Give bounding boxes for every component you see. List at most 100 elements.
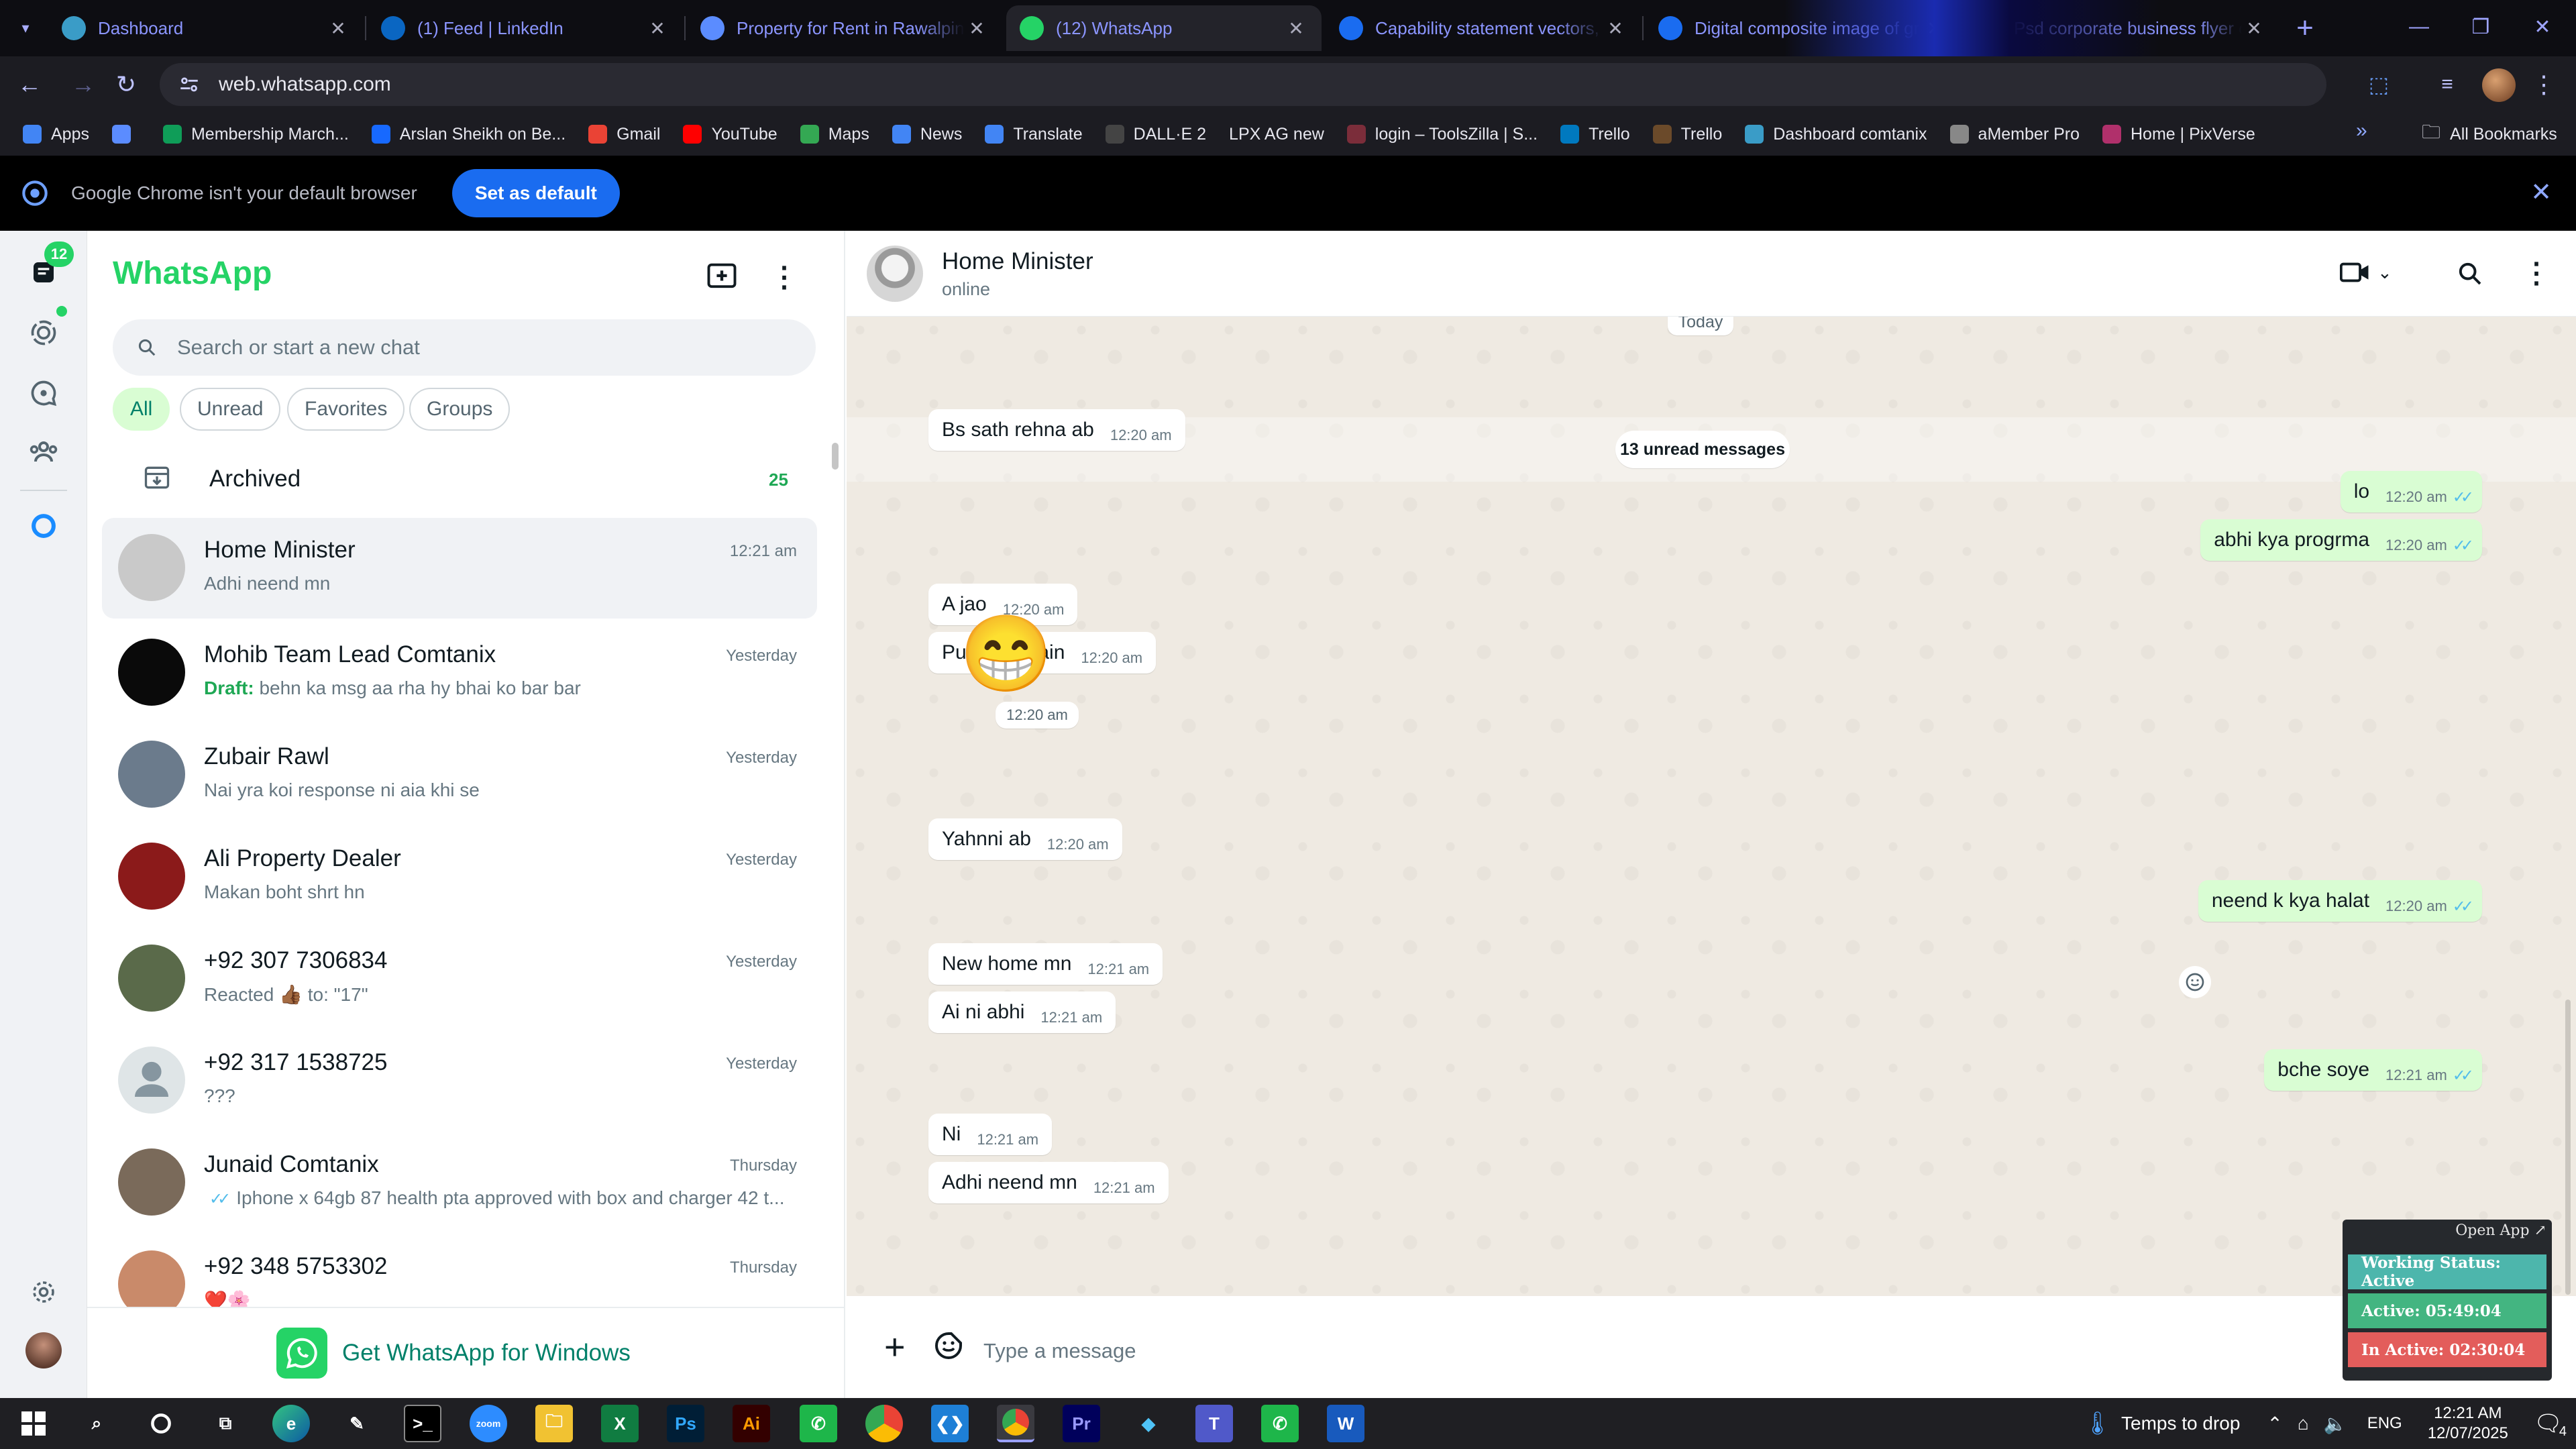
filter-chip-favorites[interactable]: Favorites xyxy=(287,388,405,431)
communities-icon[interactable] xyxy=(22,431,65,474)
photoshop-icon[interactable]: Ps xyxy=(667,1405,704,1442)
bookmark-item[interactable]: Trello xyxy=(1560,125,1630,144)
site-info-icon[interactable] xyxy=(176,71,203,98)
video-call-icon[interactable]: ⌄ xyxy=(2340,259,2392,286)
browser-tab[interactable]: (12) WhatsApp ✕ xyxy=(1006,5,1322,51)
tray-network-icon[interactable]: ⌂ xyxy=(2298,1413,2309,1434)
meta-ai-icon[interactable] xyxy=(22,504,65,547)
incoming-message[interactable]: Bs sath rehna ab 12:20 am xyxy=(928,409,1185,451)
filter-chip-all[interactable]: All xyxy=(113,388,170,431)
close-tab-icon[interactable]: ✕ xyxy=(1603,16,1627,40)
teams-icon[interactable]: T xyxy=(1195,1405,1233,1442)
chrome-active-icon[interactable] xyxy=(997,1405,1034,1442)
tab-search-icon[interactable]: ▾ xyxy=(11,13,40,43)
chat-list-item[interactable]: Junaid Comtanix Thursday ✓✓ Iphone x 64gb 8… xyxy=(102,1132,817,1233)
outgoing-message[interactable]: neend k kya halat 12:20 am ✓✓ xyxy=(2198,880,2482,922)
status-icon[interactable] xyxy=(22,311,65,354)
browser-tab[interactable]: Capability statement vectors, p ✕ xyxy=(1326,5,1641,51)
close-tab-icon[interactable]: ✕ xyxy=(2242,16,2266,40)
cortana-icon[interactable] xyxy=(142,1405,180,1442)
windows-start-icon[interactable] xyxy=(15,1405,52,1442)
chat-list-menu-icon[interactable]: ⋮ xyxy=(770,260,798,293)
minimize-button[interactable]: — xyxy=(2388,0,2450,54)
profile-avatar[interactable] xyxy=(25,1332,62,1368)
incoming-message[interactable]: Ni 12:21 am xyxy=(928,1114,1053,1155)
extensions-icon[interactable]: ⬚ xyxy=(2360,66,2398,103)
chat-list-item[interactable]: Ali Property Dealer Yesterday Makan boht s… xyxy=(102,826,817,927)
close-tab-icon[interactable]: ✕ xyxy=(965,16,989,40)
phone-app-icon[interactable]: ✆ xyxy=(800,1405,837,1442)
taskbar-search-icon[interactable]: ⌕ xyxy=(78,1405,115,1442)
react-emoji-icon[interactable] xyxy=(2179,966,2211,998)
terminal-icon[interactable]: >_ xyxy=(404,1405,441,1442)
bookmark-item[interactable]: Apps xyxy=(23,125,89,144)
contact-avatar[interactable] xyxy=(867,246,923,302)
settings-icon[interactable] xyxy=(22,1271,65,1313)
bookmark-item[interactable]: Trello xyxy=(1652,125,1722,144)
bookmark-item[interactable]: Translate xyxy=(985,125,1083,144)
weather-text[interactable]: Temps to drop xyxy=(2121,1413,2240,1434)
browser-tab[interactable]: Property for Rent in Rawalpindi ✕ xyxy=(687,5,1002,51)
premiere-icon[interactable]: Pr xyxy=(1063,1405,1100,1442)
sticker-emoji-icon[interactable] xyxy=(932,1330,965,1362)
set-as-default-button[interactable]: Set as default xyxy=(451,169,620,217)
vscode-icon[interactable]: ❮❯ xyxy=(931,1405,969,1442)
chat-list-item[interactable]: Home Minister 12:21 am Adhi neend mn xyxy=(102,518,817,619)
search-messages-icon[interactable] xyxy=(2457,260,2483,287)
incoming-message[interactable]: New home mn 12:21 am xyxy=(928,943,1163,985)
chat-list-scrollbar[interactable] xyxy=(832,443,839,470)
bookmark-item[interactable] xyxy=(111,125,140,144)
browser-menu-icon[interactable]: ⋮ xyxy=(2525,66,2563,103)
media-controls-icon[interactable]: ≡ xyxy=(2428,66,2466,103)
new-tab-button[interactable]: + xyxy=(2286,9,2324,47)
close-tab-icon[interactable]: ✕ xyxy=(326,16,350,40)
bookmark-item[interactable]: YouTube xyxy=(683,125,777,144)
filter-chip-unread[interactable]: Unread xyxy=(180,388,281,431)
bookmark-item[interactable]: login – ToolsZilla | S... xyxy=(1346,125,1538,144)
bookmark-item[interactable]: Maps xyxy=(800,125,869,144)
all-bookmarks-button[interactable]: 🗀 All Bookmarks xyxy=(2422,118,2557,150)
bookmark-item[interactable]: News xyxy=(892,125,962,144)
language-indicator[interactable]: ENG xyxy=(2367,1414,2402,1433)
search-input[interactable]: Search or start a new chat xyxy=(113,319,816,376)
edge-icon[interactable]: e xyxy=(272,1405,310,1442)
incoming-message[interactable]: Yahnni ab 12:20 am xyxy=(928,818,1122,860)
notification-center-icon[interactable]: 🗨 4 xyxy=(2534,1410,2567,1440)
bookmark-item[interactable]: aMember Pro xyxy=(1949,125,2080,144)
reload-button[interactable]: ↻ xyxy=(107,66,145,103)
outgoing-message[interactable]: abhi kya progrma 12:20 am ✓✓ xyxy=(2200,519,2482,561)
pen-tool-icon[interactable]: ✎ xyxy=(338,1405,376,1442)
browser-tab[interactable]: Dashboard ✕ xyxy=(48,5,364,51)
chrome-taskbar-icon[interactable] xyxy=(865,1405,903,1442)
chat-list-item[interactable]: +92 307 7306834 Yesterday Reacted 👍🏾 to: "… xyxy=(102,928,817,1029)
incoming-message[interactable]: Ai ni abhi 12:21 am xyxy=(928,991,1116,1033)
close-tab-icon[interactable]: ✕ xyxy=(1284,16,1308,40)
infobar-close-icon[interactable]: ✕ xyxy=(2530,177,2552,207)
profile-avatar[interactable] xyxy=(2482,68,2516,102)
forward-icon[interactable]: → xyxy=(64,66,102,103)
outgoing-message[interactable]: bche soye 12:21 am ✓✓ xyxy=(2264,1049,2482,1091)
close-window-button[interactable]: ✕ xyxy=(2512,0,2573,54)
chat-list-item[interactable]: Zubair Rawl Yesterday Nai yra koi response… xyxy=(102,724,817,825)
sticker-emoji[interactable]: 😁 xyxy=(959,610,1053,698)
chat-list-item[interactable]: Mohib Team Lead Comtanix Yesterday Draft: … xyxy=(102,623,817,723)
chat-list-item[interactable]: +92 348 5753302 Thursday ❤️🌸 xyxy=(102,1234,817,1307)
bookmark-item[interactable]: Arslan Sheikh on Be... xyxy=(371,125,566,144)
conversation-header[interactable]: Home Minister online ⌄ ⋮ xyxy=(847,231,2576,317)
attach-plus-icon[interactable]: + xyxy=(884,1327,906,1367)
restore-button[interactable]: ❐ xyxy=(2450,0,2512,54)
zoom-icon[interactable]: zoom xyxy=(470,1405,507,1442)
clock[interactable]: 12:21 AM 12/07/2025 xyxy=(2428,1403,2508,1444)
task-view-icon[interactable]: ⧉ xyxy=(207,1405,244,1442)
browser-tab[interactable]: (1) Feed | LinkedIn ✕ xyxy=(368,5,683,51)
get-whatsapp-windows-link[interactable]: Get WhatsApp for Windows xyxy=(87,1307,845,1398)
bookmark-item[interactable]: Gmail xyxy=(588,125,660,144)
bookmark-item[interactable]: Home | PixVerse xyxy=(2102,125,2255,144)
archived-row[interactable]: Archived 25 xyxy=(87,451,832,515)
conversation-menu-icon[interactable]: ⋮ xyxy=(2522,256,2551,289)
chat-list-item[interactable]: +92 317 1538725 Yesterday??? xyxy=(102,1030,817,1131)
outgoing-message[interactable]: lo 12:20 am ✓✓ xyxy=(2340,471,2482,513)
tray-volume-icon[interactable]: 🔈 xyxy=(2324,1413,2347,1435)
conversation-scrollbar[interactable] xyxy=(2565,1000,2571,1295)
phone-link-icon[interactable]: ✆ xyxy=(1261,1405,1299,1442)
